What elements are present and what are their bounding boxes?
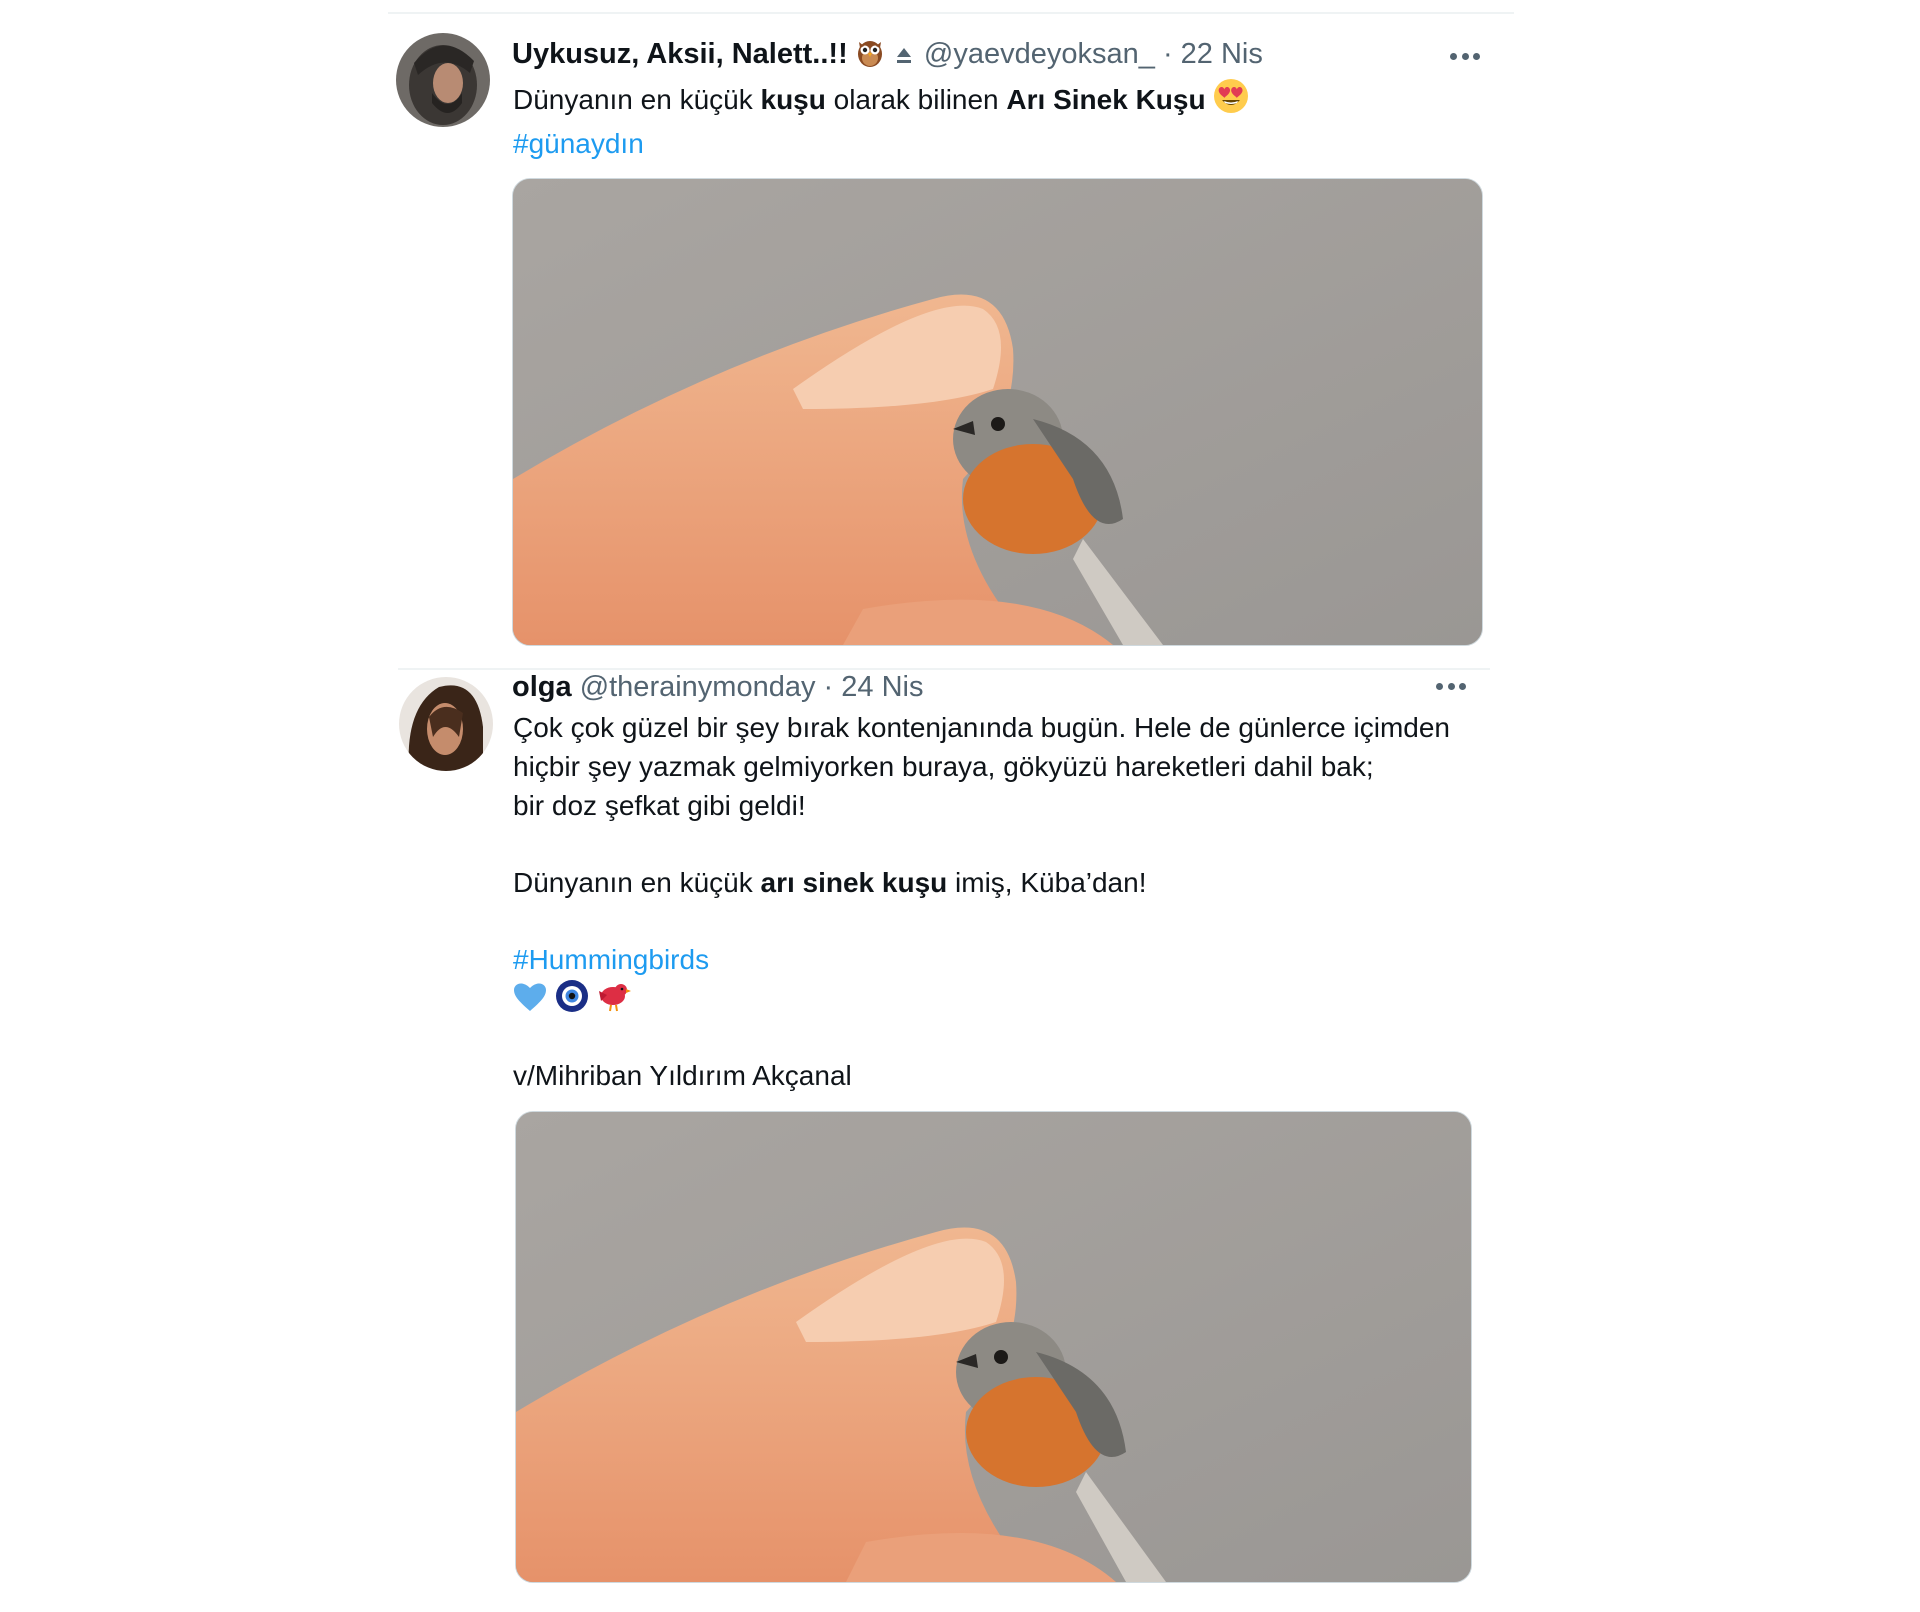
credit-line: v/Mihriban Yıldırım Akçanal [513,1060,852,1091]
bold-text: arı sinek kuşu [760,867,948,898]
tweet-text: Dünyanın en küçük kuşu olarak bilinen Ar… [513,78,1249,163]
tweet-line: bir doz şefkat gibi geldi! [513,790,806,821]
owl-emoji [856,38,884,77]
tweet[interactable]: olga @therainymonday · 24 Nis Çok çok gü… [0,668,1920,1612]
bold-text: kuşu [760,84,826,115]
text-segment: imiş, Küba’dan! [947,867,1147,898]
tweet-line: Dünyanın en küçük kuşu olarak bilinen Ar… [513,78,1249,124]
user-handle[interactable]: @therainymonday [580,671,816,703]
user-handle[interactable]: @yaevdeyoksan_ [924,38,1155,70]
tweet[interactable]: Uykusuz, Aksii, Nalett..!! @yaevdeyoksan… [0,0,1920,660]
tweet-line: Çok çok güzel bir şey bırak kontenjanınd… [513,712,1451,743]
eject-icon [896,39,912,75]
tweet-media[interactable] [515,1111,1472,1583]
tweet-text: Çok çok güzel bir şey bırak kontenjanınd… [513,708,1450,1095]
bird-photo [516,1112,1471,1582]
display-name[interactable]: Uykusuz, Aksii, Nalett..!! [512,38,848,70]
hashtag-link[interactable]: #Hummingbirds [513,940,1450,979]
nazar-amulet-emoji [555,979,589,1023]
text-segment: Dünyanın en küçük [513,84,761,115]
bold-text: Arı Sinek Kuşu [1006,84,1206,115]
emoji-row [513,979,1450,1018]
blue-heart-emoji [513,981,547,1023]
bird-photo [513,179,1482,645]
tweet-date[interactable]: 24 Nis [841,671,923,703]
red-bird-emoji [597,981,631,1023]
avatar[interactable] [396,33,490,127]
tweet-media[interactable] [512,178,1483,646]
text-segment: Dünyanın en küçük [513,867,761,898]
avatar[interactable] [399,677,493,771]
display-name[interactable]: olga [512,671,572,703]
hashtag-link[interactable]: #günaydın [513,124,1249,163]
tweet-line: hiçbir şey yazmak gelmiyorken buraya, gö… [513,751,1374,782]
tweet-line: Dünyanın en küçük arı sinek kuşu imiş, K… [513,863,1450,902]
more-options-icon[interactable] [1436,676,1466,696]
heart-eyes-emoji [1213,78,1249,124]
tweet-header: olga @therainymonday · 24 Nis [512,669,923,705]
tweet-date[interactable]: 22 Nis [1181,38,1263,70]
separator-dot: · [1154,38,1181,70]
more-options-icon[interactable] [1450,46,1480,66]
separator-dot: · [815,671,842,703]
text-segment: olarak bilinen [825,84,1007,115]
tweet-header: Uykusuz, Aksii, Nalett..!! @yaevdeyoksan… [512,36,1263,77]
